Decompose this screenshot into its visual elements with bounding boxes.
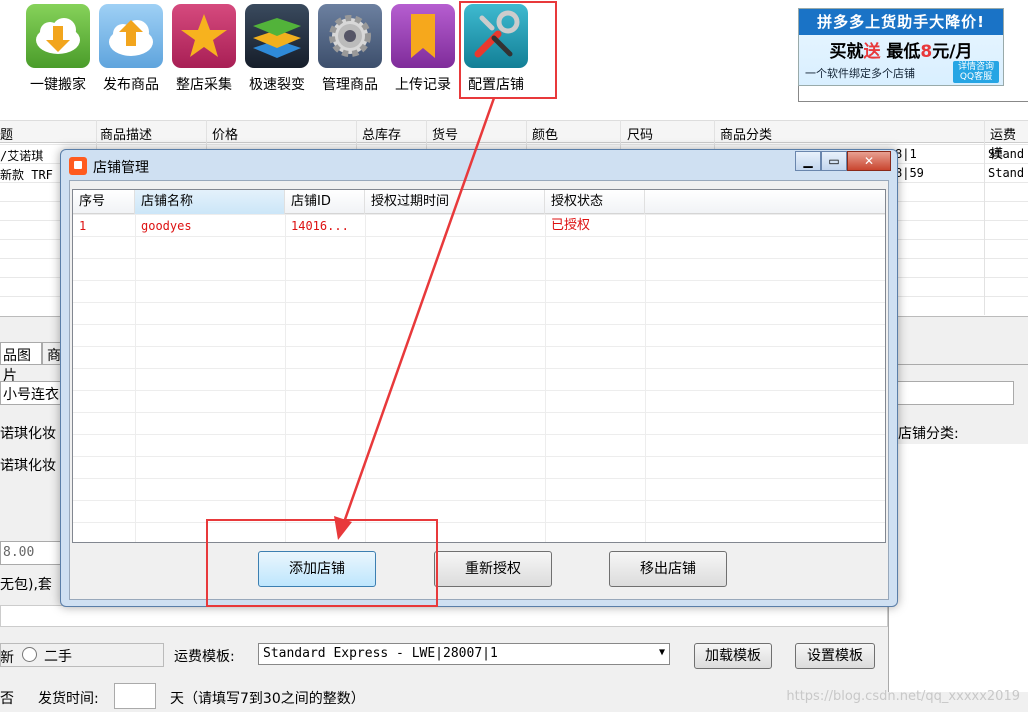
grid-col-size[interactable]: 尺码 (627, 124, 653, 143)
chevron-down-icon: ▼ (658, 647, 665, 658)
condition-new-label: 新 (0, 650, 14, 666)
minimize-icon: ▁ (803, 154, 813, 168)
toolbar-upload-records[interactable]: 上传记录 (387, 4, 459, 94)
shop-list[interactable]: 序号 店铺名称 店铺ID 授权过期时间 授权状态 1 goodyes 14016… (72, 189, 886, 543)
grid-col-stock[interactable]: 总库存 (362, 124, 401, 143)
grid-col-sku[interactable]: 货号 (432, 124, 458, 143)
row-auth-status: 已授权 (551, 218, 591, 233)
minimize-button[interactable]: ▁ (795, 151, 821, 171)
col-auth-status[interactable]: 授权状态 (545, 190, 645, 214)
grid-col-category[interactable]: 商品分类 (720, 124, 772, 143)
toolbar-label: 发布商品 (103, 77, 159, 93)
toolbar-label: 极速裂变 (249, 77, 305, 93)
shop-list-header: 序号 店铺名称 店铺ID 授权过期时间 授权状态 (73, 190, 885, 214)
shop-bag-icon (69, 157, 87, 175)
toolbar-label: 一键搬家 (30, 77, 86, 93)
freight-template-label: 运费模板: (174, 649, 235, 665)
brand-text-2: 诺琪化妆 (0, 458, 56, 474)
condition-used-label: 二手 (44, 649, 72, 665)
load-template-button[interactable]: 加载模板 (694, 643, 772, 669)
toolbar-label: 整店采集 (176, 77, 232, 93)
ad-headline: 拼多多上货助手大降价! (799, 9, 1003, 35)
maximize-icon: ▭ (828, 154, 840, 168)
toolbar-label: 管理商品 (322, 77, 378, 93)
ship-time-input[interactable] (114, 683, 156, 709)
col-shop-id[interactable]: 店铺ID (285, 190, 365, 214)
dialog-title: 店铺管理 (93, 160, 149, 176)
watermark: https://blog.csdn.net/qq_xxxxx2019 (786, 689, 1020, 704)
download-cloud-icon (26, 4, 90, 68)
grid-col-desc[interactable]: 商品描述 (100, 124, 152, 143)
dialog-titlebar[interactable]: 店铺管理 ▁ ▭ ✕ (61, 150, 897, 180)
row-index: 1 (79, 219, 87, 233)
shop-category-list[interactable] (888, 444, 1028, 692)
toolbar-fast-split[interactable]: 极速裂变 (241, 4, 313, 94)
condition-used-radio[interactable] (22, 647, 37, 662)
layers-icon (245, 4, 309, 68)
toolbar-shop-collect[interactable]: 整店采集 (168, 4, 240, 94)
col-expire-time[interactable]: 授权过期时间 (365, 190, 545, 214)
col-shop-name[interactable]: 店铺名称 (135, 190, 285, 214)
ad-qq-badge: 详情咨询 QQ客服 (953, 61, 999, 83)
toolbar-one-click-move[interactable]: 一键搬家 (22, 4, 94, 94)
maximize-button[interactable]: ▭ (821, 151, 847, 171)
set-template-button[interactable]: 设置模板 (795, 643, 875, 669)
grid-col-price[interactable]: 价格 (212, 124, 238, 143)
annotation-highlight-configure (459, 1, 557, 99)
grid-col-title[interactable]: 题 (0, 124, 13, 143)
product-grid-header: 题 商品描述 价格 总库存 货号 颜色 尺码 商品分类 运费模 (0, 120, 1028, 162)
postage-text: 无包),套 (0, 577, 52, 593)
ship-time-hint: 天（请填写7到30之间的整数） (170, 691, 365, 707)
title-input[interactable]: 小号连衣 (0, 381, 66, 405)
col-index[interactable]: 序号 (73, 190, 135, 214)
right-input[interactable] (896, 381, 1014, 405)
gear-icon (318, 4, 382, 68)
price-input[interactable]: 8.00 (0, 541, 66, 565)
toolbar-manage-products[interactable]: 管理商品 (314, 4, 386, 94)
upload-cloud-icon (99, 4, 163, 68)
ad-offer: 买就送 最低8元/月 (829, 42, 973, 62)
row-expire-time (365, 216, 371, 236)
freight-template-select[interactable]: Standard Express - LWE|28007|1 ▼ (258, 643, 670, 665)
bookmark-icon (391, 4, 455, 68)
row-shop-name: goodyes (141, 219, 192, 233)
brand-text-1: 诺琪化妆 (0, 426, 56, 442)
close-button[interactable]: ✕ (847, 151, 891, 171)
toolbar-publish-product[interactable]: 发布商品 (95, 4, 167, 94)
toolbar-label: 上传记录 (395, 77, 451, 93)
ship-time-label: 发货时间: (38, 691, 99, 707)
shop-category-label: 店铺分类: (898, 426, 959, 442)
annotation-highlight-add (206, 519, 438, 607)
dialog-client: 序号 店铺名称 店铺ID 授权过期时间 授权状态 1 goodyes 14016… (69, 180, 889, 600)
close-icon: ✕ (863, 154, 875, 168)
shop-manager-dialog: 店铺管理 ▁ ▭ ✕ 序号 店铺名称 店铺ID 授权过期时间 授权状态 1 go… (60, 149, 898, 607)
ad-banner[interactable]: 拼多多上货助手大降价! 买就送 最低8元/月 一个软件绑定多个店铺 详情咨询 Q… (798, 8, 1004, 86)
reauthorize-button[interactable]: 重新授权 (434, 551, 552, 587)
tab-product-images[interactable]: 品图片 (0, 342, 42, 384)
star-icon (172, 4, 236, 68)
no-label: 否 (0, 691, 14, 707)
row-shop-id: 14016... (291, 219, 349, 233)
grid-col-color[interactable]: 颜色 (532, 124, 558, 143)
ad-subline: 一个软件绑定多个店铺 (805, 67, 915, 80)
window-controls: ▁ ▭ ✕ (795, 151, 891, 171)
postage-input[interactable] (0, 605, 888, 627)
remove-shop-button[interactable]: 移出店铺 (609, 551, 727, 587)
